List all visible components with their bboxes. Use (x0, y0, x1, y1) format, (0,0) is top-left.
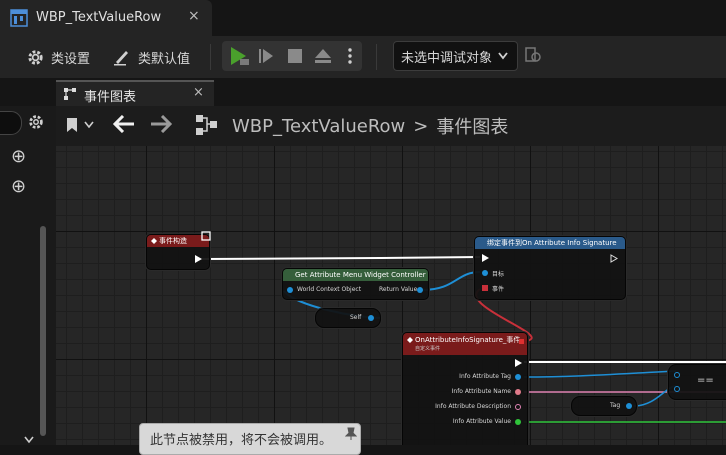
blueprint-asset-icon (10, 9, 28, 27)
info-attribute-tag-pin[interactable] (515, 374, 521, 380)
document-tab[interactable]: WBP_TextValueRow × (0, 0, 212, 36)
tag-label: Tag (610, 402, 621, 409)
equal-label: == (697, 375, 714, 386)
debug-object-value: 未选中调试对象 (401, 50, 493, 66)
node-subtitle: 自定义事件 (415, 346, 441, 352)
exec-wire (201, 256, 481, 260)
target-pin-label: 目标 (492, 271, 505, 278)
gear-icon[interactable] (27, 113, 45, 131)
disabled-note-text: 此节点被禁用，将不会被调用。 (150, 433, 333, 448)
node-options-icon[interactable] (200, 230, 212, 242)
self-node[interactable]: Self (315, 308, 381, 328)
exec-in-pin[interactable] (482, 254, 489, 262)
info-attribute-description-pin[interactable] (515, 404, 521, 410)
target-pin[interactable] (482, 270, 488, 276)
info-attribute-name-pin[interactable] (515, 389, 521, 395)
tag-pin[interactable] (626, 403, 632, 409)
node-title: OnAttributeInfoSignature_事件 (415, 336, 521, 344)
breadcrumb: WBP_TextValueRow > 事件图表 (232, 113, 508, 139)
step-icon[interactable] (258, 47, 276, 65)
get-controller-node[interactable]: Get Attribute Menu Widget Controller Wor… (282, 268, 429, 300)
disabled-node-note: 此节点被禁用，将不会被调用。 (139, 423, 361, 455)
node-header: OnAttributeInfoSignature_事件 自定义事件 (403, 333, 527, 355)
toolbar (0, 36, 726, 78)
add-icon[interactable]: ⊕ (11, 176, 26, 197)
pin-icon[interactable] (345, 427, 357, 441)
bind-event-node[interactable]: 绑定事件到On Attribute Info Signature 目标 事件 (474, 236, 626, 300)
exec-out-pin[interactable] (195, 255, 202, 263)
equal-node[interactable]: == (668, 364, 726, 400)
play-controls (222, 41, 362, 71)
event-pin-label: 事件 (492, 286, 505, 293)
document-tab-title: WBP_TextValueRow (36, 10, 162, 25)
custom-event-node[interactable]: OnAttributeInfoSignature_事件 自定义事件 Info A… (402, 332, 528, 445)
exec-out-pin[interactable] (610, 254, 618, 263)
toolbar-divider (210, 44, 211, 70)
info-attribute-value-label: Info Attribute Value (452, 418, 511, 425)
left-panel (0, 106, 56, 445)
debug-filter-icon[interactable] (524, 46, 542, 64)
search-input[interactable] (0, 111, 22, 135)
close-icon[interactable]: × (193, 85, 204, 100)
scrollbar[interactable] (40, 226, 46, 436)
toolbar-divider (376, 44, 377, 70)
class-defaults-button[interactable]: 类默认值 (112, 44, 190, 70)
equal-a-pin[interactable] (674, 372, 680, 378)
hierarchy-icon[interactable] (195, 114, 219, 136)
bookmark-icon[interactable] (65, 117, 79, 133)
info-attribute-name-label: Info Attribute Name (451, 388, 511, 395)
node-header: 绑定事件到On Attribute Info Signature (475, 237, 625, 249)
node-header: Get Attribute Menu Widget Controller (283, 269, 428, 281)
more-icon[interactable] (348, 48, 352, 64)
class-settings-label: 类设置 (51, 51, 91, 67)
tab-event-graph-label: 事件图表 (84, 90, 137, 105)
event-icon (407, 337, 413, 343)
object-wire (421, 271, 481, 291)
self-label: Self (350, 314, 362, 321)
add-icon[interactable]: ⊕ (11, 146, 26, 167)
class-settings-button[interactable]: 类设置 (26, 44, 90, 70)
exec-out-pin[interactable] (515, 359, 522, 367)
event-delegate-pin[interactable] (519, 339, 524, 344)
graph-canvas[interactable]: 事件构造 Get Attribute Menu Widget Controlle… (56, 146, 726, 445)
event-graph-icon (64, 88, 76, 100)
chevron-down-icon[interactable] (24, 436, 34, 444)
self-pin[interactable] (368, 315, 374, 321)
tag-node[interactable]: Tag (571, 396, 637, 416)
play-icon[interactable] (228, 46, 250, 66)
forward-arrow-icon[interactable] (150, 115, 172, 133)
close-icon[interactable]: × (188, 8, 200, 24)
gear-icon (28, 49, 43, 65)
class-defaults-label: 类默认值 (138, 51, 191, 67)
return-value-pin[interactable] (417, 287, 423, 293)
breadcrumb-asset[interactable]: WBP_TextValueRow (232, 116, 405, 137)
info-attribute-description-label: Info Attribute Description (435, 403, 511, 410)
event-pin[interactable] (482, 285, 488, 291)
breadcrumb-graph[interactable]: 事件图表 (436, 113, 508, 139)
stop-icon[interactable] (287, 48, 303, 64)
world-context-pin-label: World Context Object (297, 286, 362, 293)
back-arrow-icon[interactable] (113, 115, 135, 133)
world-context-pin[interactable] (287, 287, 293, 293)
info-attribute-tag-label: Info Attribute Tag (459, 373, 511, 380)
breadcrumb-separator: > (413, 115, 429, 137)
node-title: 绑定事件到On Attribute Info Signature (487, 239, 617, 247)
equal-b-pin[interactable] (674, 386, 680, 392)
node-title: 事件构造 (159, 237, 187, 245)
tag-wire (523, 370, 677, 378)
node-title: Get Attribute Menu Widget Controller (295, 271, 426, 279)
event-icon (151, 238, 157, 244)
info-attribute-value-pin[interactable] (515, 419, 521, 425)
return-value-pin-label: Return Value (379, 286, 418, 293)
tab-event-graph[interactable]: 事件图表 × (56, 80, 214, 106)
chevron-down-icon[interactable] (84, 121, 94, 129)
eject-icon[interactable] (314, 48, 332, 64)
chevron-down-icon (498, 52, 508, 60)
debug-object-select[interactable]: 未选中调试对象 (393, 41, 518, 71)
pen-icon (114, 51, 128, 66)
